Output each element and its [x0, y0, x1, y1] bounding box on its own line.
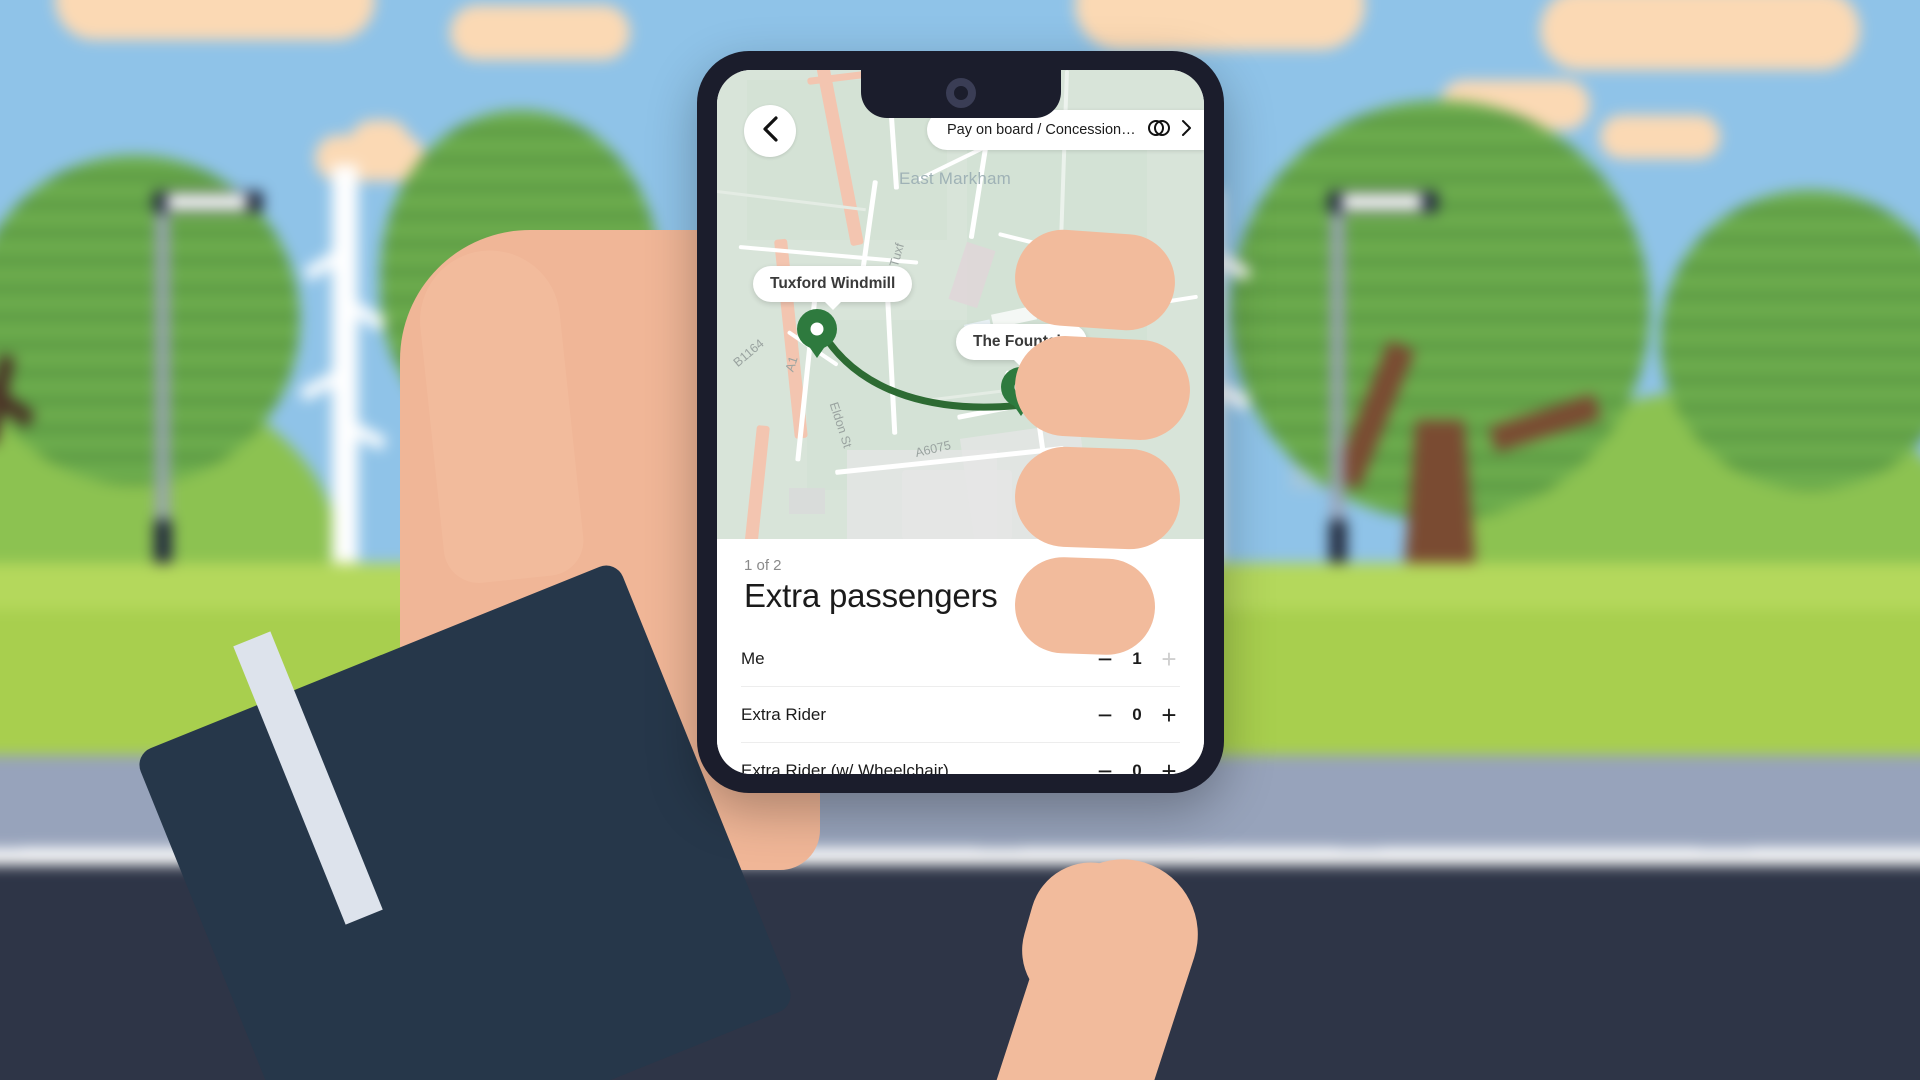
passenger-sheet: 1 of 2 Extra passengers Me − 1 + Extra R…	[717, 539, 1204, 774]
coins-icon	[1147, 117, 1171, 144]
minus-icon[interactable]: −	[1094, 646, 1116, 672]
plus-icon[interactable]: +	[1158, 702, 1180, 728]
sheet-header: 1 of 2 Extra passengers	[717, 539, 1204, 631]
map-stop-label-the-fountain[interactable]: The Fountain	[956, 324, 1088, 360]
list-item: Me − 1 +	[741, 631, 1180, 687]
minus-icon[interactable]: −	[1094, 702, 1116, 728]
phone-notch	[860, 70, 1061, 118]
front-camera-icon	[945, 78, 976, 108]
passenger-type-label: Extra Rider	[741, 704, 827, 724]
passenger-type-label: Extra Rider (w/ Wheelchair)	[741, 760, 949, 775]
fare-type-label: Pay on board / Concessionary p...	[947, 122, 1137, 138]
passenger-list: Me − 1 + Extra Rider − 0 + Extra Rider (…	[717, 631, 1204, 774]
map-stop-label-tuxford-windmill[interactable]: Tuxford Windmill	[753, 266, 913, 302]
passenger-count: 1	[1132, 648, 1142, 668]
minus-icon[interactable]: −	[1094, 758, 1116, 775]
list-item: Extra Rider − 0 +	[741, 687, 1180, 743]
phone-screen: East Markham B1164 A1 Eldon St Darlton R…	[717, 70, 1204, 774]
quantity-stepper: − 0 +	[1094, 758, 1180, 775]
step-indicator: 1 of 2	[744, 557, 782, 574]
chevron-left-icon	[762, 115, 779, 147]
plus-icon[interactable]: +	[1158, 758, 1180, 775]
plus-icon: +	[1161, 643, 1177, 674]
page-title: Extra passengers	[744, 577, 998, 614]
chevron-right-icon	[1181, 119, 1192, 142]
passenger-type-label: Me	[741, 648, 765, 668]
passenger-count: 0	[1132, 760, 1142, 775]
map-pin-tuxford-windmill[interactable]	[797, 309, 837, 349]
list-item: Extra Rider (w/ Wheelchair) − 0 +	[741, 743, 1180, 775]
quantity-stepper: − 1 +	[1094, 643, 1180, 674]
back-button[interactable]	[744, 105, 796, 157]
map-view[interactable]: East Markham B1164 A1 Eldon St Darlton R…	[717, 70, 1204, 539]
passenger-count: 0	[1132, 704, 1142, 724]
map-pin-the-fountain[interactable]	[1001, 367, 1041, 407]
quantity-stepper: − 0 +	[1094, 702, 1180, 728]
phone-device: East Markham B1164 A1 Eldon St Darlton R…	[697, 51, 1224, 793]
